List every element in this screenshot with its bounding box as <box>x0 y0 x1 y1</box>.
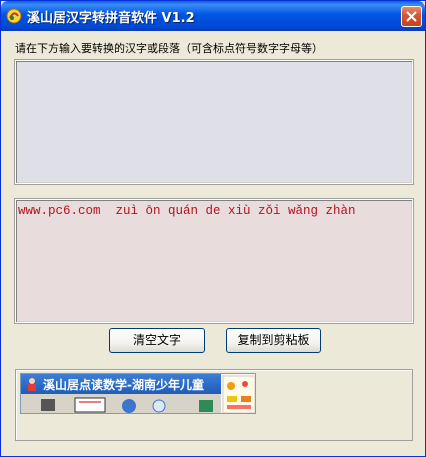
globe-icon <box>122 399 136 413</box>
search-icon <box>152 399 166 413</box>
print-icon <box>41 399 55 411</box>
pinyin-output-textarea[interactable]: www.pc6.com zuì ōn quán de xiù zǒi wǎng … <box>14 198 414 324</box>
ad-title: 溪山居点读数学-湖南少年儿童 <box>43 378 204 392</box>
copy-to-clipboard-button[interactable]: 复制到剪粘板 <box>226 328 321 353</box>
exit-icon <box>199 400 213 412</box>
close-button[interactable] <box>401 6 422 27</box>
ad-banner[interactable]: 溪山居点读数学-湖南少年儿童 <box>20 373 256 414</box>
ad-title-bar: 溪山居点读数学-湖南少年儿童 <box>21 374 221 394</box>
ad-toolbar-icons <box>41 397 213 413</box>
clear-text-button[interactable]: 清空文字 <box>109 328 205 353</box>
input-instruction-label: 请在下方输入要转换的汉字或段落（可含标点符号数字字母等） <box>15 42 323 55</box>
chinese-input-textarea[interactable] <box>14 59 414 185</box>
close-icon <box>406 11 417 22</box>
ad-toolbar <box>21 394 221 413</box>
document-icon <box>74 397 106 413</box>
app-icon <box>6 8 22 24</box>
app-window: 溪山居汉字转拼音软件 V1.2 请在下方输入要转换的汉字或段落（可含标点符号数字… <box>0 0 426 457</box>
person-icon <box>28 378 36 391</box>
ad-panel: 溪山居点读数学-湖南少年儿童 <box>15 369 413 441</box>
ad-thumbnail <box>221 374 255 413</box>
title-bar[interactable]: 溪山居汉字转拼音软件 V1.2 <box>1 1 425 31</box>
window-title: 溪山居汉字转拼音软件 V1.2 <box>27 11 195 26</box>
pinyin-output-text: www.pc6.com zuì ōn quán de xiù zǒi wǎng … <box>18 204 356 218</box>
